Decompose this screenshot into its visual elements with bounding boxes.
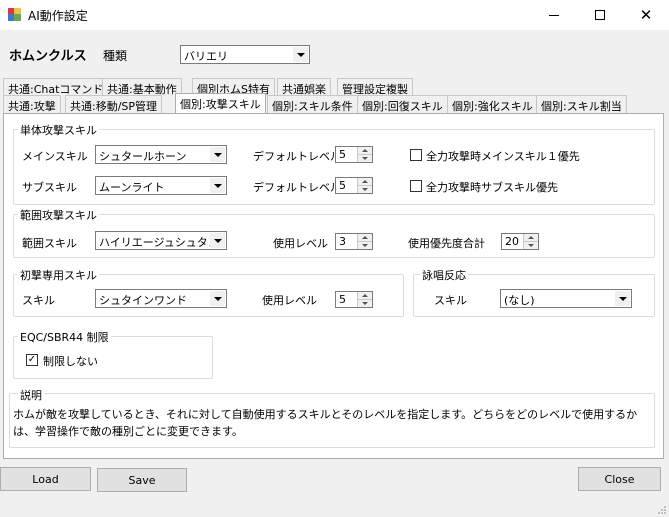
chant-skill-select[interactable]: (なし) bbox=[500, 289, 632, 308]
main-priority-label: 全力攻撃時メインスキル１優先 bbox=[426, 150, 580, 163]
priority-total-label: 使用優先度合計 bbox=[408, 237, 485, 250]
tab-heal-skill[interactable]: 個別:回復スキル bbox=[357, 95, 448, 113]
chevron-down-icon bbox=[293, 47, 308, 62]
chant-reaction-title: 詠唱反応 bbox=[420, 267, 468, 283]
priority-total-stepper[interactable]: 20 bbox=[501, 233, 539, 250]
sub-skill-select[interactable]: ムーンライト bbox=[95, 176, 227, 195]
resize-grip-icon[interactable] bbox=[657, 505, 667, 515]
tab-attack-skill[interactable]: 個別:攻撃スキル bbox=[175, 93, 266, 113]
maximize-icon bbox=[595, 10, 605, 20]
stepper-arrows-icon bbox=[357, 178, 372, 193]
no-limit-checkbox[interactable]: ✓ bbox=[26, 354, 38, 366]
main-skill-select[interactable]: シュタールホーン bbox=[95, 145, 227, 164]
range-level-label: 使用レベル bbox=[273, 237, 328, 250]
sub-skill-label: サブスキル bbox=[22, 181, 77, 194]
priority-total-value: 20 bbox=[505, 235, 519, 248]
type-label: 種類 bbox=[103, 49, 128, 63]
first-skill-select[interactable]: シュタインワンド bbox=[95, 289, 227, 308]
chant-skill-label: スキル bbox=[434, 294, 467, 307]
stepper-arrows-icon bbox=[357, 147, 372, 162]
first-skill-label: スキル bbox=[22, 294, 55, 307]
range-skill-select[interactable]: ハイリエージュシュタンゲ bbox=[95, 231, 227, 250]
first-level-label: 使用レベル bbox=[262, 294, 317, 307]
stepper-arrows-icon bbox=[357, 292, 372, 307]
chevron-down-icon bbox=[210, 291, 225, 306]
save-button[interactable]: Save bbox=[97, 468, 187, 492]
description-title: 説明 bbox=[18, 387, 44, 403]
single-attack-title: 単体攻撃スキル bbox=[18, 122, 99, 138]
tab-common-entertainment[interactable]: 共通娯楽 bbox=[277, 78, 331, 96]
main-level-value: 5 bbox=[339, 148, 346, 161]
chevron-down-icon bbox=[210, 233, 225, 248]
main-skill-value: シュタールホーン bbox=[99, 150, 187, 163]
tab-chat-command[interactable]: 共通:Chatコマンド bbox=[3, 78, 109, 96]
chevron-down-icon bbox=[210, 178, 225, 193]
main-priority-checkbox[interactable] bbox=[410, 149, 422, 161]
sub-priority-label: 全力攻撃時サブスキル優先 bbox=[426, 181, 558, 194]
main-skill-label: メインスキル bbox=[22, 150, 88, 163]
tab-common-attack[interactable]: 共通:攻撃 bbox=[3, 95, 61, 113]
type-select-value: バリエリ bbox=[184, 50, 228, 63]
sub-level-stepper[interactable]: 5 bbox=[335, 177, 373, 194]
tab-skill-assign[interactable]: 個別:スキル割当 bbox=[536, 95, 627, 113]
tab-manage-copy[interactable]: 管理設定複製 bbox=[337, 78, 413, 96]
description-text: ホムが敵を攻撃しているとき、それに対して自動使用するスキルとそのレベルを指定しま… bbox=[13, 408, 638, 438]
sub-level-value: 5 bbox=[339, 179, 346, 192]
sub-priority-checkbox[interactable] bbox=[410, 180, 422, 192]
first-skill-value: シュタインワンド bbox=[99, 294, 187, 307]
minimize-button[interactable] bbox=[531, 0, 577, 30]
close-button[interactable]: Close bbox=[578, 467, 661, 491]
chant-skill-value: (なし) bbox=[504, 294, 535, 307]
first-level-value: 5 bbox=[339, 293, 346, 306]
app-grid-icon bbox=[8, 8, 21, 21]
window-title: AI動作設定 bbox=[28, 9, 88, 23]
limit-title: EQC/SBR44 制限 bbox=[18, 329, 111, 345]
tab-buff-skill[interactable]: 個別:強化スキル bbox=[447, 95, 538, 113]
homunculus-title: ホムンクルス bbox=[9, 49, 87, 64]
main-level-stepper[interactable]: 5 bbox=[335, 146, 373, 163]
type-select[interactable]: バリエリ bbox=[180, 45, 310, 64]
range-level-stepper[interactable]: 3 bbox=[335, 233, 373, 250]
maximize-button[interactable] bbox=[577, 0, 623, 30]
chevron-down-icon bbox=[210, 147, 225, 162]
tab-skill-condition[interactable]: 個別:スキル条件 bbox=[267, 95, 358, 113]
range-skill-value: ハイリエージュシュタンゲ bbox=[99, 236, 211, 249]
chevron-down-icon bbox=[615, 291, 630, 306]
range-level-value: 3 bbox=[339, 235, 346, 248]
range-attack-title: 範囲攻撃スキル bbox=[18, 207, 99, 223]
stepper-arrows-icon bbox=[523, 234, 538, 249]
sub-level-label: デフォルトレベル bbox=[253, 181, 341, 194]
load-button[interactable]: Load bbox=[0, 467, 91, 491]
first-attack-title: 初撃専用スキル bbox=[18, 267, 99, 283]
main-level-label: デフォルトレベル bbox=[253, 150, 341, 163]
range-skill-label: 範囲スキル bbox=[22, 237, 77, 250]
tab-move-sp[interactable]: 共通:移動/SP管理 bbox=[65, 95, 163, 113]
sub-skill-value: ムーンライト bbox=[99, 181, 165, 194]
minimize-icon bbox=[549, 14, 559, 16]
stepper-arrows-icon bbox=[357, 234, 372, 249]
close-icon: ✕ bbox=[639, 5, 653, 24]
tab-basic-action[interactable]: 共通:基本動作 bbox=[102, 78, 182, 96]
close-window-button[interactable]: ✕ bbox=[623, 0, 669, 30]
no-limit-label: 制限しない bbox=[43, 355, 98, 368]
first-level-stepper[interactable]: 5 bbox=[335, 291, 373, 308]
